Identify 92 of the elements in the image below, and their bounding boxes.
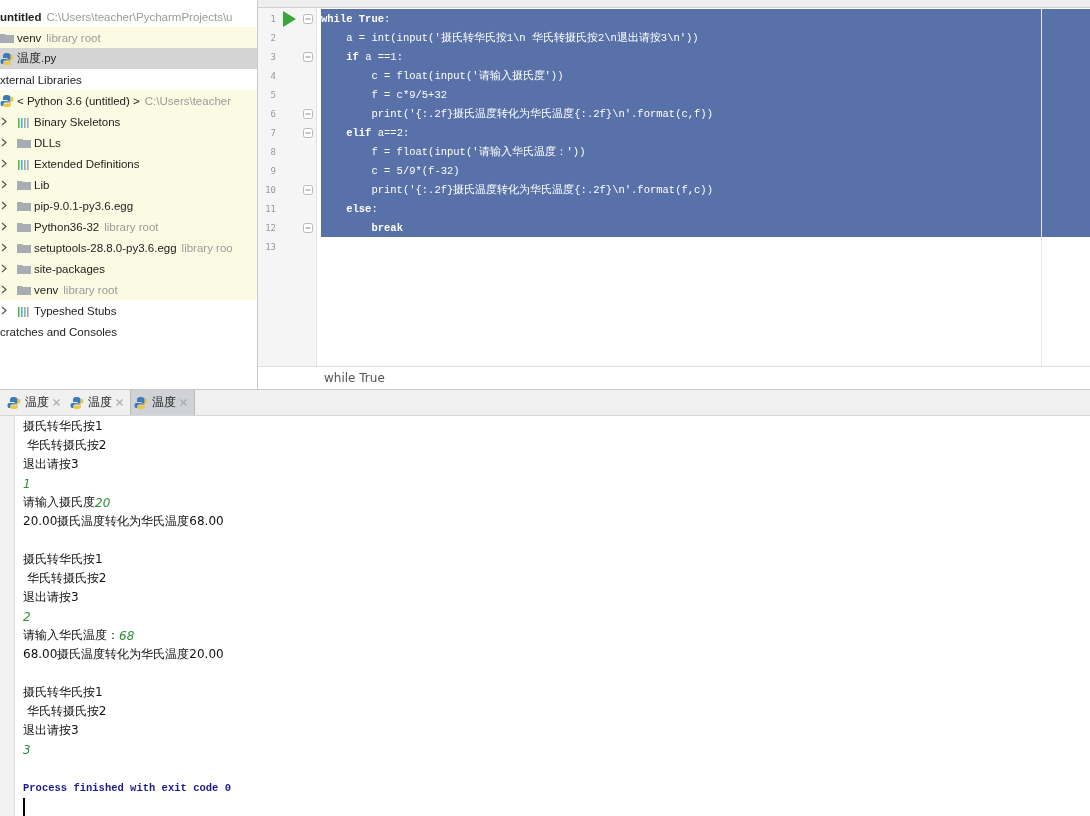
line-number: 3 [269, 51, 276, 62]
tree-item[interactable]: DLLs [0, 132, 257, 153]
library-icon [17, 115, 31, 128]
code-line: while True: [321, 12, 391, 25]
run-icon[interactable] [282, 10, 296, 27]
console-output: 退出请按3 [23, 456, 79, 473]
chevron-right-icon[interactable] [1, 264, 7, 273]
tree-item[interactable]: Typeshed Stubs [0, 300, 257, 321]
chevron-right-icon[interactable] [1, 180, 7, 189]
input-text: 68 [119, 628, 135, 643]
chevron-right-icon[interactable] [1, 306, 7, 315]
folder-icon [17, 262, 31, 275]
code-line: f = float(input('请输入华氏温度：')) [370, 144, 586, 159]
console-output: 请输入摄氏度 [23, 494, 95, 511]
text-cursor [23, 797, 25, 816]
tree-item[interactable]: xternal Libraries [0, 69, 257, 90]
console-output: 摄氏转华氏按1 [23, 418, 103, 435]
console-output: 68.00摄氏温度转化为华氏温度20.00 [23, 646, 224, 663]
chevron-right-icon[interactable] [1, 285, 7, 294]
console-tab[interactable]: 温度 [67, 390, 130, 415]
input-text: 3 [23, 742, 31, 757]
line-number: 9 [269, 165, 276, 176]
code-line: break [370, 221, 403, 234]
tree-item[interactable]: site-packages [0, 258, 257, 279]
folder-icon [17, 220, 31, 233]
python-icon [0, 51, 14, 66]
console-output: 请输入华氏温度： [23, 627, 119, 644]
code-line: print('{:.2f}摄氏温度转化为华氏温度{:.2f}\n'.format(f,c)) [370, 182, 713, 197]
console-output: 华氏转摄氏按2 [25, 437, 107, 454]
console-output: 华氏转摄氏按2 [25, 703, 107, 720]
line-number: 11 [264, 203, 276, 214]
python-icon [0, 93, 14, 108]
console-tab[interactable]: 温度 [130, 390, 195, 415]
line-number: 4 [269, 70, 276, 81]
console-output: 摄氏转华氏按1 [23, 551, 103, 568]
console-output: 20.00摄氏温度转化为华氏温度68.00 [23, 513, 224, 530]
tree-item[interactable]: pip-9.0.1-py3.6.egg [0, 195, 257, 216]
line-number: 1 [269, 13, 276, 24]
python-icon [70, 395, 84, 410]
tree-item[interactable]: < Python 3.6 (untitled) > C:\Users\teacher [0, 90, 257, 111]
code-line: c = 5/9*(f-32) [370, 164, 460, 177]
tree-item[interactable]: Extended Definitions [0, 153, 257, 174]
input-text: 2 [23, 609, 31, 624]
tree-item[interactable]: Lib [0, 174, 257, 195]
chevron-right-icon[interactable] [1, 222, 7, 231]
input-text: 1 [23, 476, 31, 491]
tree-item[interactable]: cratches and Consoles [0, 321, 257, 342]
console-tab[interactable]: 温度 [4, 390, 67, 415]
line-number: 8 [269, 146, 276, 157]
folder-icon [17, 283, 31, 296]
tree-item[interactable]: venv library root [0, 279, 257, 300]
line-number: 5 [269, 89, 276, 100]
folder-icon [17, 199, 31, 212]
tree-item[interactable]: venv library root [0, 27, 257, 48]
chevron-right-icon[interactable] [1, 243, 7, 252]
line-number: 6 [269, 108, 276, 119]
tree-item[interactable]: Python36-32 library root [0, 216, 257, 237]
tree-item[interactable]: 温度.py [0, 48, 257, 69]
chevron-right-icon[interactable] [1, 159, 7, 168]
folder-icon [0, 31, 14, 44]
tree-item[interactable]: setuptools-28.8.0-py3.6.egg library roo [0, 237, 257, 258]
code-line: elif a==2: [345, 126, 410, 139]
folder-icon [17, 178, 31, 191]
folder-icon [17, 136, 31, 149]
folder-icon [17, 241, 31, 254]
code-line: print('{:.2f}摄氏温度转化为华氏温度{:.2f}\n'.format(c,f)) [370, 106, 713, 121]
console-output: 摄氏转华氏按1 [23, 684, 103, 701]
code-line: else: [345, 202, 378, 215]
code-line: if a ==1: [345, 50, 403, 63]
code-line: c = float(input('请输入摄氏度')) [370, 68, 564, 83]
line-number: 7 [269, 127, 276, 138]
library-icon [17, 157, 31, 170]
tree-item[interactable]: untitled C:\Users\teacher\PycharmProjects\u [0, 6, 257, 27]
console-output: 退出请按3 [23, 589, 79, 606]
chevron-right-icon[interactable] [1, 138, 7, 147]
console-output: 华氏转摄氏按2 [25, 570, 107, 587]
line-number: 10 [264, 184, 276, 195]
breadcrumb[interactable]: while True [324, 371, 385, 385]
line-number: 2 [269, 32, 276, 43]
chevron-right-icon[interactable] [1, 201, 7, 210]
chevron-right-icon[interactable] [1, 117, 7, 126]
python-icon [134, 395, 148, 410]
python-icon [7, 395, 21, 410]
code-line: f = c*9/5+32 [370, 88, 448, 101]
line-number: 12 [264, 222, 276, 233]
line-number: 13 [264, 241, 276, 252]
input-text: 20 [95, 495, 111, 510]
code-line: a = int(input('摄氏转华氏按1\n 华氏转摄氏按2\n退出请按3\n')) [345, 30, 699, 45]
process-message: Process finished with exit code 0 [23, 781, 231, 794]
console-output: 退出请按3 [23, 722, 79, 739]
library-icon [17, 304, 31, 317]
tree-item[interactable]: Binary Skeletons [0, 111, 257, 132]
